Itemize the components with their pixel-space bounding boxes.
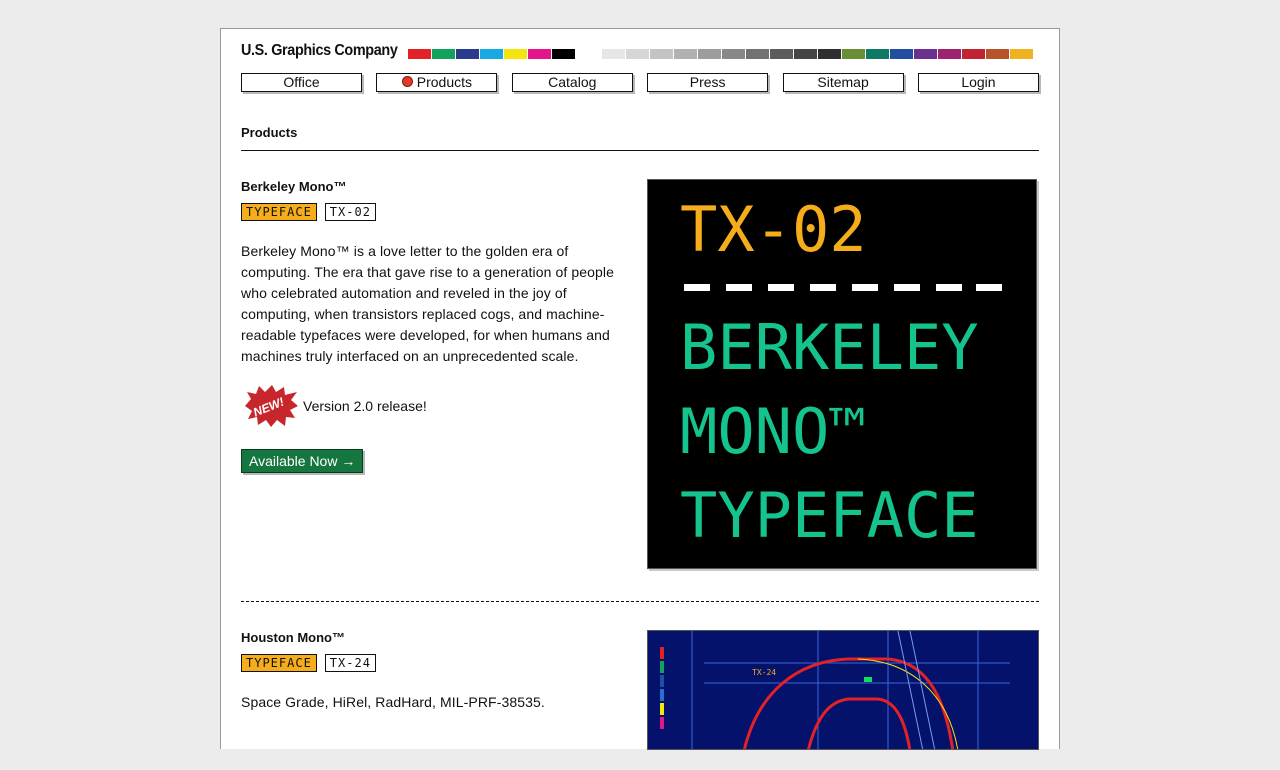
tag-typeface: TYPEFACE (241, 203, 317, 221)
nav-catalog[interactable]: Catalog (511, 73, 633, 92)
hero-code: TX-02 (680, 193, 867, 266)
color-swatch (504, 49, 527, 59)
available-now-button[interactable]: Available Now → (241, 449, 364, 473)
berkeley-mono-hero-image: TX-02 BERKELEY MONO™ TYPEFACE (647, 179, 1037, 569)
nav-office[interactable]: Office (241, 73, 362, 92)
nav-label: Login (961, 74, 996, 90)
nav-label: Press (689, 74, 726, 90)
nav-sitemap[interactable]: Sitemap (782, 73, 904, 92)
main-nav: Office Products Catalog Press Sitemap Lo… (241, 73, 1039, 92)
color-swatch (408, 49, 431, 59)
page-container: U.S. Graphics Company Office Products Ca… (220, 28, 1060, 750)
color-swatch (456, 49, 479, 59)
product-divider (241, 601, 1039, 602)
houston-mono-hero-image: TX-24 (647, 630, 1039, 750)
hero-line-1: BERKELEY (680, 311, 979, 384)
header: U.S. Graphics Company (241, 29, 1039, 73)
color-swatch (698, 49, 721, 59)
product-berkeley-mono: Berkeley Mono™ TYPEFACE TX-02 Berkeley M… (241, 179, 1039, 571)
nav-press[interactable]: Press (647, 73, 769, 92)
color-swatch (650, 49, 673, 59)
nav-label: Catalog (548, 74, 597, 90)
color-swatch (480, 49, 503, 59)
hero-line-3: TYPEFACE (680, 479, 979, 552)
color-swatch (938, 49, 961, 59)
active-dot-icon (401, 76, 413, 87)
color-swatches-primary (408, 49, 575, 59)
divider (241, 150, 1039, 151)
color-swatch (602, 49, 625, 59)
nav-label: Sitemap (817, 74, 869, 90)
tag-code: TX-24 (324, 654, 376, 672)
color-swatch (746, 49, 769, 59)
color-swatch (432, 49, 455, 59)
color-swatch (842, 49, 865, 59)
nav-login[interactable]: Login (917, 73, 1039, 92)
color-swatches-secondary (602, 49, 1033, 59)
color-swatch (818, 49, 841, 59)
houston-hero-label: TX-24 (752, 668, 776, 677)
color-swatch (528, 49, 551, 59)
color-swatch (866, 49, 889, 59)
section-title: Products (241, 125, 298, 140)
brand-logo[interactable]: U.S. Graphics Company (241, 42, 398, 60)
color-swatch (552, 49, 575, 59)
tag-typeface: TYPEFACE (241, 654, 317, 672)
new-badge-icon: NEW! (245, 385, 298, 427)
tag-code: TX-02 (324, 203, 376, 221)
product-houston-mono: Houston Mono™ TYPEFACE TX-24 Space Grade… (241, 630, 1039, 770)
hero-dash-line (684, 284, 1002, 291)
nav-products[interactable]: Products (376, 73, 498, 92)
color-swatch (674, 49, 697, 59)
color-swatch (722, 49, 745, 59)
color-swatch (626, 49, 649, 59)
color-swatch (770, 49, 793, 59)
hero-line-2: MONO™ (680, 395, 867, 468)
nav-label: Products (416, 74, 473, 90)
color-swatch (986, 49, 1009, 59)
product-description: Space Grade, HiRel, RadHard, MIL-PRF-385… (241, 694, 545, 710)
color-swatch (914, 49, 937, 59)
color-swatch (890, 49, 913, 59)
nav-label: Office (283, 74, 320, 90)
color-swatch (794, 49, 817, 59)
houston-diagram-graphic: TX-24 (660, 631, 1010, 749)
release-text: Version 2.0 release! (303, 398, 427, 414)
product-description: Berkeley Mono™ is a love letter to the g… (241, 243, 614, 364)
color-swatch (1010, 49, 1033, 59)
color-swatch (962, 49, 985, 59)
